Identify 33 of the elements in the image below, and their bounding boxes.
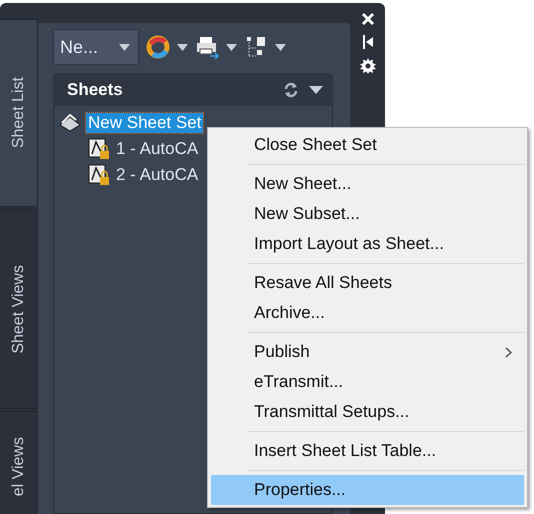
sheet-set-dropdown[interactable]: Ne... [53, 29, 139, 65]
menu-item[interactable]: Import Layout as Sheet... [211, 229, 524, 259]
menu-item[interactable]: eTransmit... [211, 367, 524, 397]
side-tab[interactable]: el Views [0, 411, 38, 514]
menu-item[interactable]: New Subset... [211, 199, 524, 229]
side-tab[interactable]: Sheet List [0, 19, 38, 207]
menu-item[interactable]: Close Sheet Set [211, 130, 524, 160]
caret-icon[interactable] [226, 44, 237, 50]
menu-item[interactable]: Properties... [211, 475, 524, 505]
close-icon[interactable] [360, 12, 374, 26]
menu-item[interactable]: New Sheet... [211, 169, 524, 199]
collapse-icon[interactable] [362, 35, 374, 49]
caret-icon[interactable] [275, 44, 286, 50]
sheet-set-icon [58, 113, 82, 133]
panel-title: Sheets [67, 80, 124, 100]
sheet-icon [88, 164, 110, 186]
tree-item[interactable]: 2 - AutoCA [114, 165, 200, 185]
menu-item[interactable]: Archive... [211, 298, 524, 328]
caret-icon[interactable] [309, 86, 323, 94]
caret-icon[interactable] [177, 44, 188, 50]
settings-icon[interactable] [360, 58, 376, 74]
tree-item[interactable]: 1 - AutoCA [114, 139, 200, 159]
refresh-icon[interactable] [283, 82, 299, 98]
caret-icon[interactable] [119, 44, 130, 50]
side-tab[interactable]: Sheet Views [0, 209, 38, 409]
menu-item[interactable]: Transmittal Setups... [211, 397, 524, 427]
menu-item[interactable]: Insert Sheet List Table... [211, 436, 524, 466]
tree-item[interactable]: New Sheet Set [86, 113, 204, 133]
printer-icon[interactable] [194, 34, 220, 60]
sheet-icon [88, 138, 110, 160]
ring-icon[interactable] [145, 34, 171, 60]
menu-item[interactable]: Publish [211, 337, 524, 367]
menu-item[interactable]: Resave All Sheets [211, 268, 524, 298]
